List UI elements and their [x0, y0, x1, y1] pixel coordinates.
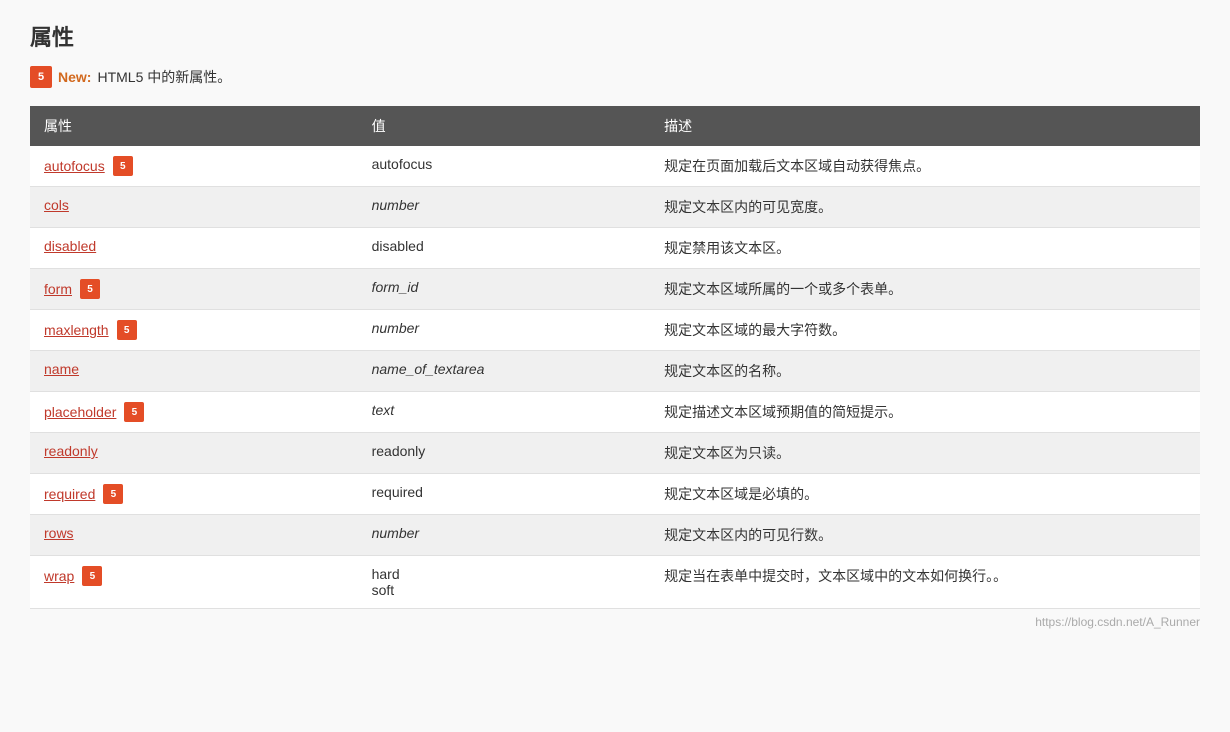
value-cell: name_of_textarea [358, 351, 651, 392]
attr-link[interactable]: placeholder [44, 404, 116, 420]
html5-new-icon: 5 [80, 279, 100, 299]
html5-new-icon: 5 [113, 156, 133, 176]
desc-cell: 规定文本区内的可见行数。 [650, 515, 1200, 556]
table-row: wrap 5 hardsoft规定当在表单中提交时，文本区域中的文本如何换行。。 [30, 556, 1200, 609]
table-row: disableddisabled规定禁用该文本区。 [30, 228, 1200, 269]
value-cell: number [358, 187, 651, 228]
desc-cell: 规定在页面加载后文本区域自动获得焦点。 [650, 146, 1200, 187]
watermark: https://blog.csdn.net/A_Runner [30, 615, 1200, 629]
table-row: required5required规定文本区域是必填的。 [30, 474, 1200, 515]
table-header-row: 属性 值 描述 [30, 106, 1200, 146]
value-cell: number [358, 310, 651, 351]
attr-link[interactable]: cols [44, 197, 69, 213]
attr-cell: form 5 [30, 269, 358, 310]
table-row: rows number规定文本区内的可见行数。 [30, 515, 1200, 556]
desc-cell: 规定禁用该文本区。 [650, 228, 1200, 269]
value-cell: form_id [358, 269, 651, 310]
attr-link[interactable]: wrap [44, 568, 74, 584]
value-cell: number [358, 515, 651, 556]
attr-cell: name [30, 351, 358, 392]
desc-cell: 规定文本区域是必填的。 [650, 474, 1200, 515]
desc-cell: 规定文本区为只读。 [650, 433, 1200, 474]
table-row: autofocus5autofocus规定在页面加载后文本区域自动获得焦点。 [30, 146, 1200, 187]
table-row: readonlyreadonly规定文本区为只读。 [30, 433, 1200, 474]
desc-cell: 规定当在表单中提交时，文本区域中的文本如何换行。。 [650, 556, 1200, 609]
html5-new-icon: 5 [82, 566, 102, 586]
attr-link[interactable]: rows [44, 525, 74, 541]
attr-cell: required 5 [30, 474, 358, 515]
attr-cell: placeholder 5 [30, 392, 358, 433]
table-row: maxlength 5 number规定文本区域的最大字符数。 [30, 310, 1200, 351]
attr-cell: maxlength 5 [30, 310, 358, 351]
value-cell: autofocus [358, 146, 651, 187]
attr-link[interactable]: name [44, 361, 79, 377]
header-attr: 属性 [30, 106, 358, 146]
attr-cell: rows [30, 515, 358, 556]
value-cell: required [358, 474, 651, 515]
attributes-table: 属性 值 描述 autofocus5autofocus规定在页面加载后文本区域自… [30, 106, 1200, 609]
desc-cell: 规定文本区内的可见宽度。 [650, 187, 1200, 228]
table-row: cols number规定文本区内的可见宽度。 [30, 187, 1200, 228]
attr-cell: wrap 5 [30, 556, 358, 609]
html5-new-icon: 5 [117, 320, 137, 340]
page-title: 属性 [30, 20, 1200, 52]
attr-cell: readonly [30, 433, 358, 474]
value-cell: hardsoft [358, 556, 651, 609]
html5-new-icon: 5 [103, 484, 123, 504]
new-label: New: [58, 69, 91, 85]
attr-link[interactable]: readonly [44, 443, 98, 459]
desc-cell: 规定文本区的名称。 [650, 351, 1200, 392]
attr-link[interactable]: form [44, 281, 72, 297]
header-desc: 描述 [650, 106, 1200, 146]
desc-cell: 规定文本区域所属的一个或多个表单。 [650, 269, 1200, 310]
attr-link[interactable]: disabled [44, 238, 96, 254]
html5-badge-icon: 5 [30, 66, 52, 88]
attr-link[interactable]: autofocus [44, 158, 105, 174]
value-cell: text [358, 392, 651, 433]
table-row: placeholder 5 text规定描述文本区域预期值的简短提示。 [30, 392, 1200, 433]
html5-new-icon: 5 [124, 402, 144, 422]
attr-cell: cols [30, 187, 358, 228]
attr-cell: autofocus 5 [30, 146, 358, 187]
value-cell: readonly [358, 433, 651, 474]
desc-cell: 规定描述文本区域预期值的简短提示。 [650, 392, 1200, 433]
header-value: 值 [358, 106, 651, 146]
html5-note: 5 New: HTML5 中的新属性。 [30, 66, 1200, 88]
desc-cell: 规定文本区域的最大字符数。 [650, 310, 1200, 351]
attr-cell: disabled [30, 228, 358, 269]
html5-note-text: HTML5 中的新属性。 [97, 67, 231, 87]
table-row: form 5 form_id规定文本区域所属的一个或多个表单。 [30, 269, 1200, 310]
attr-link[interactable]: required [44, 486, 95, 502]
value-cell: disabled [358, 228, 651, 269]
table-row: name name_of_textarea规定文本区的名称。 [30, 351, 1200, 392]
attr-link[interactable]: maxlength [44, 322, 109, 338]
